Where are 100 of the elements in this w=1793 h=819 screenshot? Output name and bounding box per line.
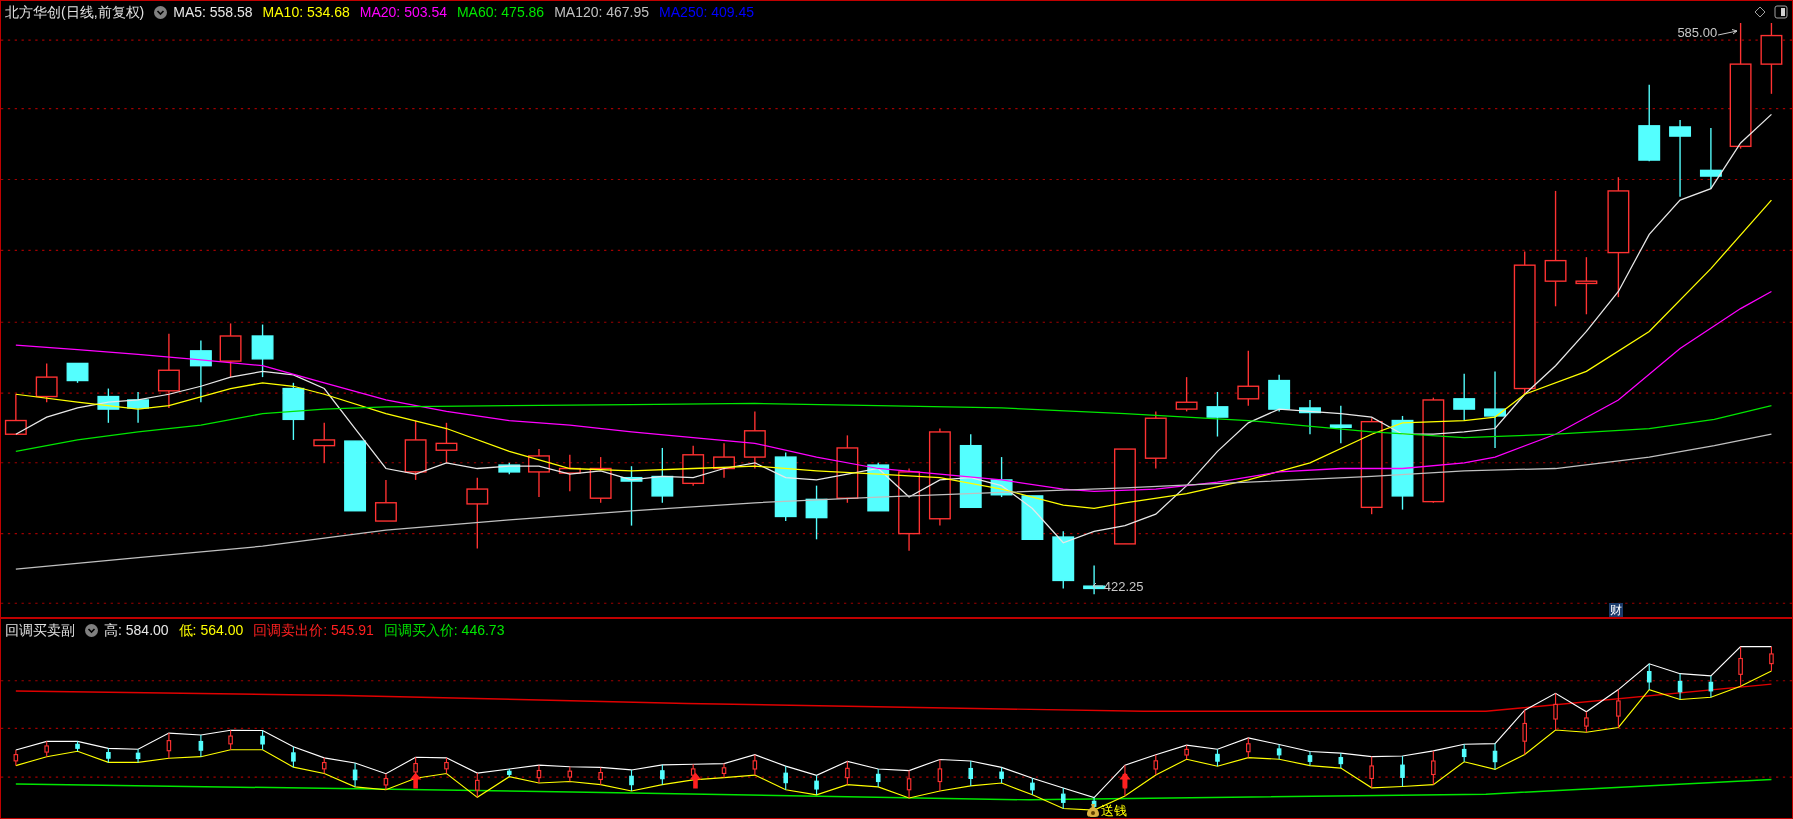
candlestick (435, 422, 458, 464)
candlestick (1299, 399, 1321, 435)
indicator-candle (1276, 743, 1282, 760)
candlestick (35, 362, 58, 403)
indicator-candle (1338, 752, 1344, 769)
panel-toggle-icon[interactable] (1774, 5, 1788, 19)
candlestick (1175, 376, 1198, 413)
candlestick (313, 422, 336, 464)
candlestick (344, 440, 367, 512)
indicator-candle (783, 765, 788, 791)
indicator-value: MA120: 467.95 (554, 2, 650, 22)
candlestick (1268, 374, 1291, 413)
indicator-value: 低: 564.00 (178, 620, 244, 640)
dropdown-icon[interactable] (154, 5, 168, 19)
candlestick (620, 465, 643, 527)
candlestick (1329, 405, 1352, 445)
indicator-candle (44, 740, 49, 758)
indicator-candle (536, 764, 542, 784)
indicator-candle (321, 757, 327, 775)
indicator-candle (1461, 743, 1467, 763)
candlestick (1206, 391, 1229, 438)
indicator-candle (106, 747, 111, 763)
candlestick (189, 339, 212, 403)
indicator-candle (383, 773, 389, 791)
candlestick (713, 442, 735, 479)
candlestick (589, 456, 612, 504)
arrow-icon (1717, 28, 1740, 37)
indicator-candle (1708, 675, 1714, 698)
indicator-value: MA20: 503.54 (359, 2, 447, 22)
indicator-candle (1246, 737, 1251, 759)
indicator-candle (260, 729, 265, 751)
indicator-candle (1584, 711, 1589, 733)
indicator-candle (1369, 756, 1374, 789)
candlestick (1237, 350, 1260, 407)
indicator-candle (629, 769, 634, 792)
candlestick (743, 410, 766, 470)
money-bag-icon (1086, 803, 1101, 818)
candlestick (990, 456, 1013, 498)
candlestick (404, 419, 427, 481)
indicator-candle (1769, 646, 1774, 672)
candlestick (97, 387, 120, 424)
indicator-candle (507, 768, 512, 778)
candlestick (374, 479, 397, 522)
panel-title: 北方华创(日线,前复权) (5, 2, 145, 22)
indicator-candle (906, 770, 912, 799)
indicator-candle (1307, 750, 1313, 767)
candlestick (836, 434, 859, 504)
candlestick (4, 393, 27, 435)
indicator-candle (13, 749, 19, 767)
candlestick (498, 462, 521, 475)
indicator-candle (475, 772, 480, 798)
indicator-value: 回调卖出价: 545.91 (253, 620, 374, 640)
indicator-candle (1030, 777, 1035, 796)
candlestick (1021, 495, 1044, 540)
indicator-candle (1738, 646, 1743, 687)
indicator-candle (291, 746, 296, 768)
indicator-candle (1153, 754, 1159, 776)
indicator-candle (1553, 692, 1558, 731)
finance-badge[interactable]: 财 (1609, 603, 1624, 617)
arrow-icon (1091, 582, 1104, 591)
candlestick (1575, 256, 1598, 315)
indicator-candle (352, 762, 358, 788)
indicator-candle (660, 764, 665, 786)
dropdown-icon[interactable] (85, 623, 98, 637)
candlestick (282, 382, 305, 441)
indicator-candle (1400, 755, 1405, 788)
indicator-candle (444, 757, 449, 775)
indicator-candle (75, 740, 80, 752)
indicator-candle (166, 732, 172, 759)
indicator-candle (1431, 750, 1436, 786)
indicator-candle (1184, 744, 1189, 760)
up-arrow-icon (689, 772, 702, 789)
candlestick (528, 448, 550, 498)
candlestick (1144, 410, 1167, 470)
indicator-candle (875, 768, 881, 788)
indicator-candle (721, 763, 727, 779)
high-price-label: 585.00 (1677, 24, 1718, 42)
candlestick (1453, 373, 1476, 422)
candlestick (1699, 127, 1722, 190)
indicator-candle (752, 754, 758, 776)
indicator-candle (198, 734, 204, 758)
candlestick (1052, 530, 1075, 590)
indicator-value: 高: 584.00 (104, 620, 169, 640)
low-price-label: 422.25 (1103, 577, 1144, 596)
indicator-candle (814, 774, 819, 796)
indicator-candle (968, 760, 974, 787)
indicator-candle (1061, 787, 1066, 810)
indicator-candle (567, 766, 573, 783)
indicator-value: MA60: 475.86 (456, 2, 545, 22)
indicator-candle (1677, 673, 1683, 701)
diamond-icon[interactable] (1754, 6, 1766, 18)
indicator-candle (1522, 709, 1527, 756)
up-arrow-icon (1119, 772, 1131, 789)
signal-label: 送钱 (1101, 804, 1128, 818)
indicator-candle (228, 729, 233, 751)
candlestick (251, 323, 274, 378)
panel-title: 回调买卖副 (5, 620, 75, 640)
indicator-value: 回调买入价: 446.73 (383, 620, 505, 640)
candlestick (651, 447, 674, 504)
indicator-candle (999, 766, 1004, 784)
